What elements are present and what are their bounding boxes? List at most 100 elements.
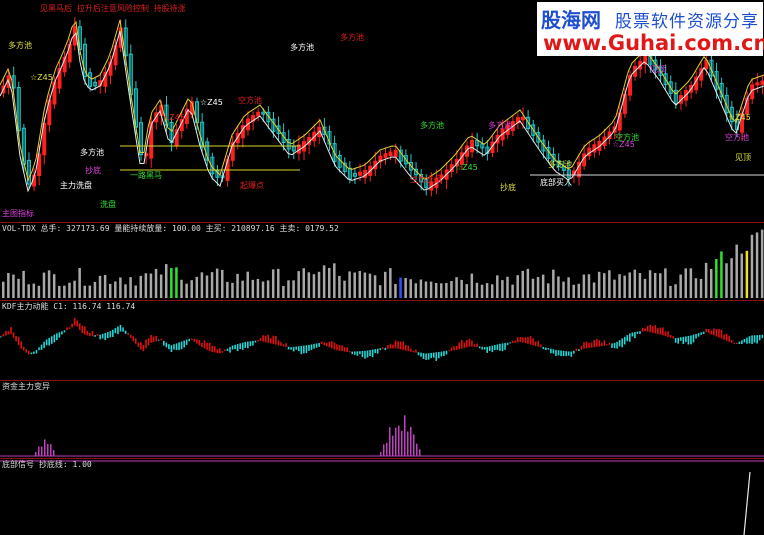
force-bar bbox=[17, 336, 20, 346]
force-bar bbox=[35, 350, 38, 354]
price-candle bbox=[383, 153, 388, 159]
force-panel: KDF主力动能 C1: 116.74 116.74 bbox=[0, 300, 764, 380]
force-bar bbox=[15, 335, 17, 342]
force-bar bbox=[496, 344, 499, 350]
force-bar bbox=[692, 334, 695, 343]
force-bar bbox=[725, 333, 728, 341]
force-bar bbox=[646, 325, 649, 332]
force-bar bbox=[63, 330, 66, 333]
volume-bar bbox=[343, 280, 346, 298]
force-bar bbox=[132, 336, 135, 341]
price-signal-label: ☆Z45 bbox=[612, 140, 635, 149]
force-title: KDF主力动能 C1: 116.74 116.74 bbox=[2, 302, 136, 311]
volume-bar bbox=[241, 280, 244, 298]
force-bar bbox=[308, 344, 310, 351]
force-bar bbox=[315, 343, 318, 348]
force-bar bbox=[348, 351, 351, 353]
force-bar bbox=[305, 345, 308, 354]
force-bar bbox=[404, 344, 407, 351]
change-panel: 资金主力变异 bbox=[0, 380, 764, 458]
force-bar bbox=[425, 353, 427, 360]
force-bar bbox=[226, 348, 229, 351]
force-bar bbox=[397, 341, 399, 349]
volume-bar bbox=[333, 263, 336, 298]
volume-bar bbox=[475, 282, 479, 298]
force-bar bbox=[66, 327, 68, 331]
volume-bar bbox=[180, 279, 183, 298]
force-bar bbox=[463, 342, 466, 348]
force-bar bbox=[48, 337, 50, 346]
force-bar bbox=[341, 345, 343, 352]
volume-bar bbox=[592, 282, 596, 298]
force-bar bbox=[720, 329, 723, 339]
force-bar bbox=[147, 338, 150, 346]
force-bar bbox=[753, 335, 756, 343]
volume-bar bbox=[164, 264, 168, 298]
force-bar bbox=[244, 341, 247, 348]
volume-bar bbox=[409, 279, 412, 298]
force-bar bbox=[366, 350, 369, 358]
volume-bar bbox=[170, 268, 173, 298]
force-bar bbox=[483, 347, 486, 350]
volume-bar bbox=[490, 284, 494, 298]
volume-bar bbox=[58, 285, 61, 298]
volume-bar bbox=[190, 280, 193, 298]
force-bar bbox=[738, 341, 741, 344]
volume-bar bbox=[506, 276, 509, 298]
force-bar bbox=[440, 351, 443, 357]
force-bar bbox=[229, 347, 231, 353]
change-bar bbox=[410, 426, 412, 456]
volume-bar bbox=[659, 273, 662, 298]
volume-bar bbox=[159, 274, 163, 298]
force-bar bbox=[639, 331, 641, 334]
force-bar bbox=[297, 346, 300, 352]
force-bar bbox=[458, 342, 460, 350]
volume-bar bbox=[516, 275, 519, 298]
force-bar bbox=[402, 341, 404, 350]
force-bar bbox=[277, 340, 280, 346]
force-bar bbox=[129, 334, 132, 338]
price-signal-label: 一路黑马 bbox=[130, 170, 162, 180]
volume-bar bbox=[17, 278, 20, 298]
volume-bar bbox=[358, 270, 362, 298]
force-bar bbox=[124, 330, 127, 334]
volume-bar bbox=[496, 275, 499, 298]
force-bar bbox=[616, 341, 618, 349]
volume-bar bbox=[562, 281, 565, 298]
volume-bar bbox=[266, 280, 270, 298]
force-bar bbox=[376, 348, 379, 354]
volume-bar bbox=[215, 268, 219, 298]
bottom-chart bbox=[0, 460, 764, 535]
force-bar bbox=[45, 339, 48, 346]
force-bar bbox=[379, 348, 382, 350]
force-bar bbox=[300, 345, 303, 355]
force-bar bbox=[631, 332, 634, 337]
force-bar bbox=[86, 330, 89, 336]
force-bar bbox=[353, 351, 356, 355]
force-bar bbox=[682, 336, 685, 344]
price-signal-label: ☆Z45 bbox=[162, 113, 185, 122]
force-bar bbox=[359, 351, 361, 355]
force-bar bbox=[667, 331, 669, 337]
volume-bar bbox=[236, 273, 239, 298]
volume-bar bbox=[709, 268, 713, 298]
volume-bar bbox=[526, 268, 530, 298]
force-bar bbox=[247, 341, 249, 349]
change-bar bbox=[50, 444, 52, 456]
force-bar bbox=[371, 349, 374, 358]
volume-bar bbox=[83, 285, 86, 298]
volume-bar bbox=[460, 279, 463, 298]
force-bar bbox=[514, 340, 517, 343]
force-bar bbox=[10, 327, 12, 335]
force-bar bbox=[608, 342, 611, 345]
force-bar bbox=[746, 337, 748, 344]
volume-bar bbox=[338, 275, 341, 298]
force-bar bbox=[89, 332, 91, 337]
force-bar bbox=[718, 328, 720, 338]
change-bar bbox=[404, 415, 406, 456]
volume-bar bbox=[124, 284, 127, 298]
price-signal-label: 多方池 bbox=[548, 159, 572, 169]
force-bar bbox=[267, 334, 269, 343]
force-bar bbox=[669, 334, 672, 338]
volume-bar bbox=[261, 281, 265, 298]
